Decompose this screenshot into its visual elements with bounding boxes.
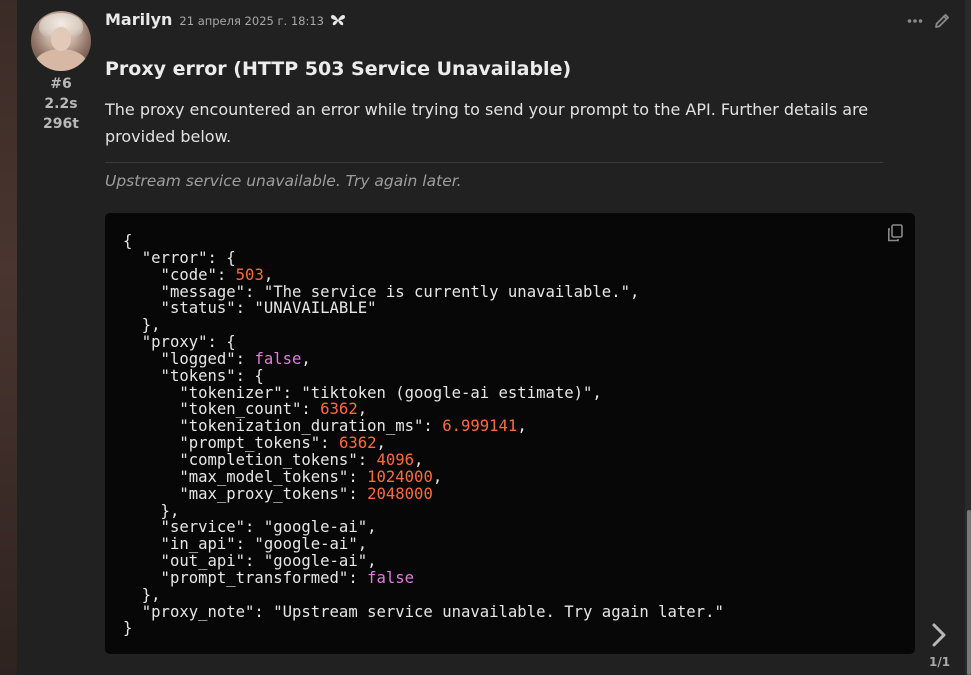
scrollbar-thumb[interactable] bbox=[967, 510, 971, 675]
code-text: "proxy_note": "Upstream service unavaila… bbox=[123, 602, 724, 621]
code-line: "prompt_transformed": false bbox=[123, 568, 724, 587]
json-code-block[interactable]: { "error": { "code": 503, "message": "Th… bbox=[105, 213, 915, 654]
code-number: 2048000 bbox=[367, 484, 433, 503]
code-text: } bbox=[123, 619, 133, 638]
code-line: "token_count": 6362, bbox=[123, 401, 724, 418]
code-text: }, bbox=[123, 316, 161, 335]
code-text: "max_model_tokens": bbox=[123, 467, 368, 486]
code-line: }, bbox=[123, 501, 724, 520]
code-number: 4096 bbox=[376, 450, 415, 469]
code-line: "service": "google-ai", bbox=[123, 519, 724, 536]
code-text: , bbox=[376, 434, 386, 453]
code-text: "token_count": bbox=[123, 400, 321, 419]
message-header: Marilyn 21 апреля 2025 г. 18:13 bbox=[105, 10, 346, 34]
code-line: { bbox=[123, 233, 724, 250]
chevron-right-icon[interactable] bbox=[929, 622, 949, 648]
code-text: "status": "UNAVAILABLE" bbox=[123, 299, 377, 318]
code-text: , bbox=[414, 450, 424, 469]
copy-icon[interactable] bbox=[887, 224, 903, 242]
code-line: "status": "UNAVAILABLE" bbox=[123, 300, 724, 317]
pencil-icon[interactable] bbox=[933, 12, 951, 30]
code-text: { bbox=[123, 232, 133, 250]
code-number: 6362 bbox=[320, 400, 358, 419]
code-text: "tokenization_duration_ms": bbox=[123, 417, 443, 436]
background-strip bbox=[0, 0, 17, 675]
code-text: "service": "google-ai", bbox=[123, 518, 377, 537]
code-text: , bbox=[432, 467, 443, 486]
code-text: }, bbox=[123, 501, 180, 520]
code-number: 1024000 bbox=[367, 467, 433, 486]
code-line: "tokens": { bbox=[123, 366, 724, 385]
code-line: "max_model_tokens": 1024000, bbox=[123, 467, 724, 486]
code-text: "prompt_tokens": bbox=[123, 434, 339, 453]
code-text: "code": bbox=[123, 265, 236, 284]
code-text: , bbox=[301, 349, 311, 368]
code-boolean: false bbox=[367, 568, 415, 587]
code-line: "tokenization_duration_ms": 6.999141, bbox=[123, 418, 724, 435]
code-line: "out_api": "google-ai", bbox=[123, 553, 724, 570]
code-text: , bbox=[517, 417, 527, 436]
error-note: Upstream service unavailable. Try again … bbox=[105, 172, 462, 190]
avatar[interactable] bbox=[31, 11, 91, 71]
error-title: Proxy error (HTTP 503 Service Unavailabl… bbox=[105, 58, 572, 80]
code-line: "prompt_tokens": 6362, bbox=[123, 435, 724, 452]
code-line: }, bbox=[123, 317, 724, 334]
code-text: "completion_tokens": bbox=[123, 450, 377, 469]
code-line: "max_proxy_tokens": 2048000 bbox=[123, 484, 724, 503]
generation-time: 2.2s bbox=[44, 96, 78, 112]
code-line: "completion_tokens": 4096, bbox=[123, 452, 724, 469]
code-number: 503 bbox=[235, 265, 264, 284]
code-text: "max_proxy_tokens": bbox=[123, 484, 368, 503]
code-text: "error": { bbox=[123, 248, 236, 267]
code-line: "error": { bbox=[123, 248, 724, 267]
code-line: "tokenizer": "tiktoken (google-ai estima… bbox=[123, 383, 724, 402]
error-description: The proxy encountered an error while try… bbox=[105, 100, 869, 146]
code-boolean: false bbox=[254, 349, 302, 368]
code-text: "in_api": "google-ai", bbox=[123, 535, 368, 554]
token-count: 296t bbox=[43, 116, 79, 132]
code-text: }, bbox=[123, 585, 161, 604]
swipe-counter: 1/1 bbox=[929, 655, 951, 669]
author-name[interactable]: Marilyn bbox=[105, 10, 172, 29]
code-text: "prompt_transformed": bbox=[123, 568, 368, 587]
code-text: , bbox=[357, 400, 368, 419]
code-text: "proxy": { bbox=[123, 333, 236, 352]
code-line: }, bbox=[123, 585, 724, 604]
code-number: 6362 bbox=[338, 434, 377, 453]
code-content: { "error": { "code": 503, "message": "Th… bbox=[123, 233, 724, 637]
code-line: "message": "The service is currently una… bbox=[123, 282, 724, 301]
code-line: "code": 503, bbox=[123, 265, 724, 284]
code-number: 6.999141 bbox=[442, 417, 518, 436]
code-text: "logged": bbox=[123, 349, 255, 368]
chat-message: #6 2.2s 296t Marilyn 21 апреля 2025 г. 1… bbox=[17, 0, 965, 675]
message-actions bbox=[907, 12, 951, 30]
code-line: "logged": false, bbox=[123, 349, 724, 368]
scrollbar-track[interactable] bbox=[965, 0, 971, 675]
message-meta: #6 2.2s 296t bbox=[31, 74, 91, 134]
code-text: , bbox=[263, 265, 274, 284]
code-line: "in_api": "google-ai", bbox=[123, 536, 724, 553]
code-line: "proxy_note": "Upstream service unavaila… bbox=[123, 602, 724, 621]
message-number: #6 bbox=[50, 76, 72, 92]
code-text: "tokenizer": "tiktoken (google-ai estima… bbox=[123, 383, 602, 402]
divider bbox=[105, 162, 883, 163]
butterfly-icon bbox=[330, 15, 345, 26]
code-line: } bbox=[123, 620, 724, 637]
more-horizontal-icon[interactable] bbox=[907, 18, 923, 24]
code-text: "message": "The service is currently una… bbox=[123, 282, 640, 301]
message-date: 21 апреля 2025 г. 18:13 bbox=[179, 14, 324, 28]
code-text: "out_api": "google-ai", bbox=[123, 552, 377, 571]
code-line: "proxy": { bbox=[123, 334, 724, 351]
code-text: "tokens": { bbox=[123, 366, 264, 385]
page: #6 2.2s 296t Marilyn 21 апреля 2025 г. 1… bbox=[0, 0, 971, 675]
